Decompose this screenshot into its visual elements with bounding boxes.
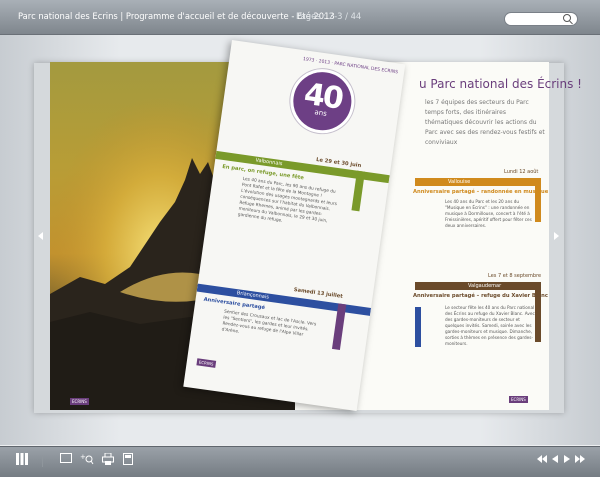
last-page-icon[interactable] [574, 453, 586, 469]
block-label: Anniversaire partagé – randonnée en musi… [413, 189, 549, 195]
leaf-block-text: Sentier des Crousaux et lac de l'Ascle. … [221, 309, 317, 338]
top-bar: Parc national des Ecrins | Programme d'a… [0, 0, 600, 35]
document-title: Parc national des Ecrins | Programme d'a… [18, 11, 335, 21]
left-corner-tag: ECRINS [70, 398, 89, 405]
block-header-bar [415, 178, 539, 186]
fullscreen-icon[interactable] [58, 453, 74, 469]
prev-page-arrow-icon[interactable] [38, 232, 43, 240]
next-page-arrow-icon[interactable] [554, 232, 559, 240]
search-icon[interactable] [563, 14, 571, 22]
search-input[interactable] [504, 12, 578, 26]
block-text: Les 40 ans du Parc et les 20 ans du "Mus… [445, 199, 532, 228]
block-tag: Valgaudemar [468, 283, 502, 289]
anniversary-logo: 1973 · 2013 · PARC NATIONAL DES ECRINS 4… [286, 57, 398, 138]
block-side-bar [535, 178, 541, 222]
block-label: Anniversaire partagé – refuge du Xavier … [413, 293, 548, 299]
right-page-title: u Parc national des Écrins ! [419, 77, 582, 91]
zoom-in-icon[interactable]: + [78, 453, 96, 469]
leaf-corner-tag: ECRINS [196, 358, 216, 368]
block-side-bar [535, 282, 541, 342]
right-corner-tag: ECRINS [509, 396, 528, 403]
bottom-toolbar: + [0, 446, 600, 477]
prev-page-icon[interactable] [550, 453, 560, 469]
toolbar-separator [42, 455, 43, 467]
svg-text:+: + [80, 453, 86, 461]
page-indicator: Pages : 2-3 / 44 [296, 11, 362, 21]
block-date: Les 7 et 8 septembre [488, 273, 542, 279]
next-page-icon[interactable] [562, 453, 572, 469]
block-tag: Vallouise [448, 179, 471, 185]
block-date: Lundi 12 août [504, 169, 539, 175]
grid-icon[interactable] [14, 453, 30, 469]
block-text: Le secteur fête les 40 ans du Parc natio… [445, 305, 535, 346]
leaf-block-text: Les 40 ans du Parc, les 90 ans du refuge… [237, 176, 338, 225]
print-icon[interactable] [100, 452, 116, 469]
first-page-icon[interactable] [536, 453, 548, 469]
right-page-intro: les 7 équipes des secteurs du Parc temps… [425, 99, 545, 146]
accent-bar [415, 307, 421, 347]
save-icon[interactable] [120, 453, 136, 469]
